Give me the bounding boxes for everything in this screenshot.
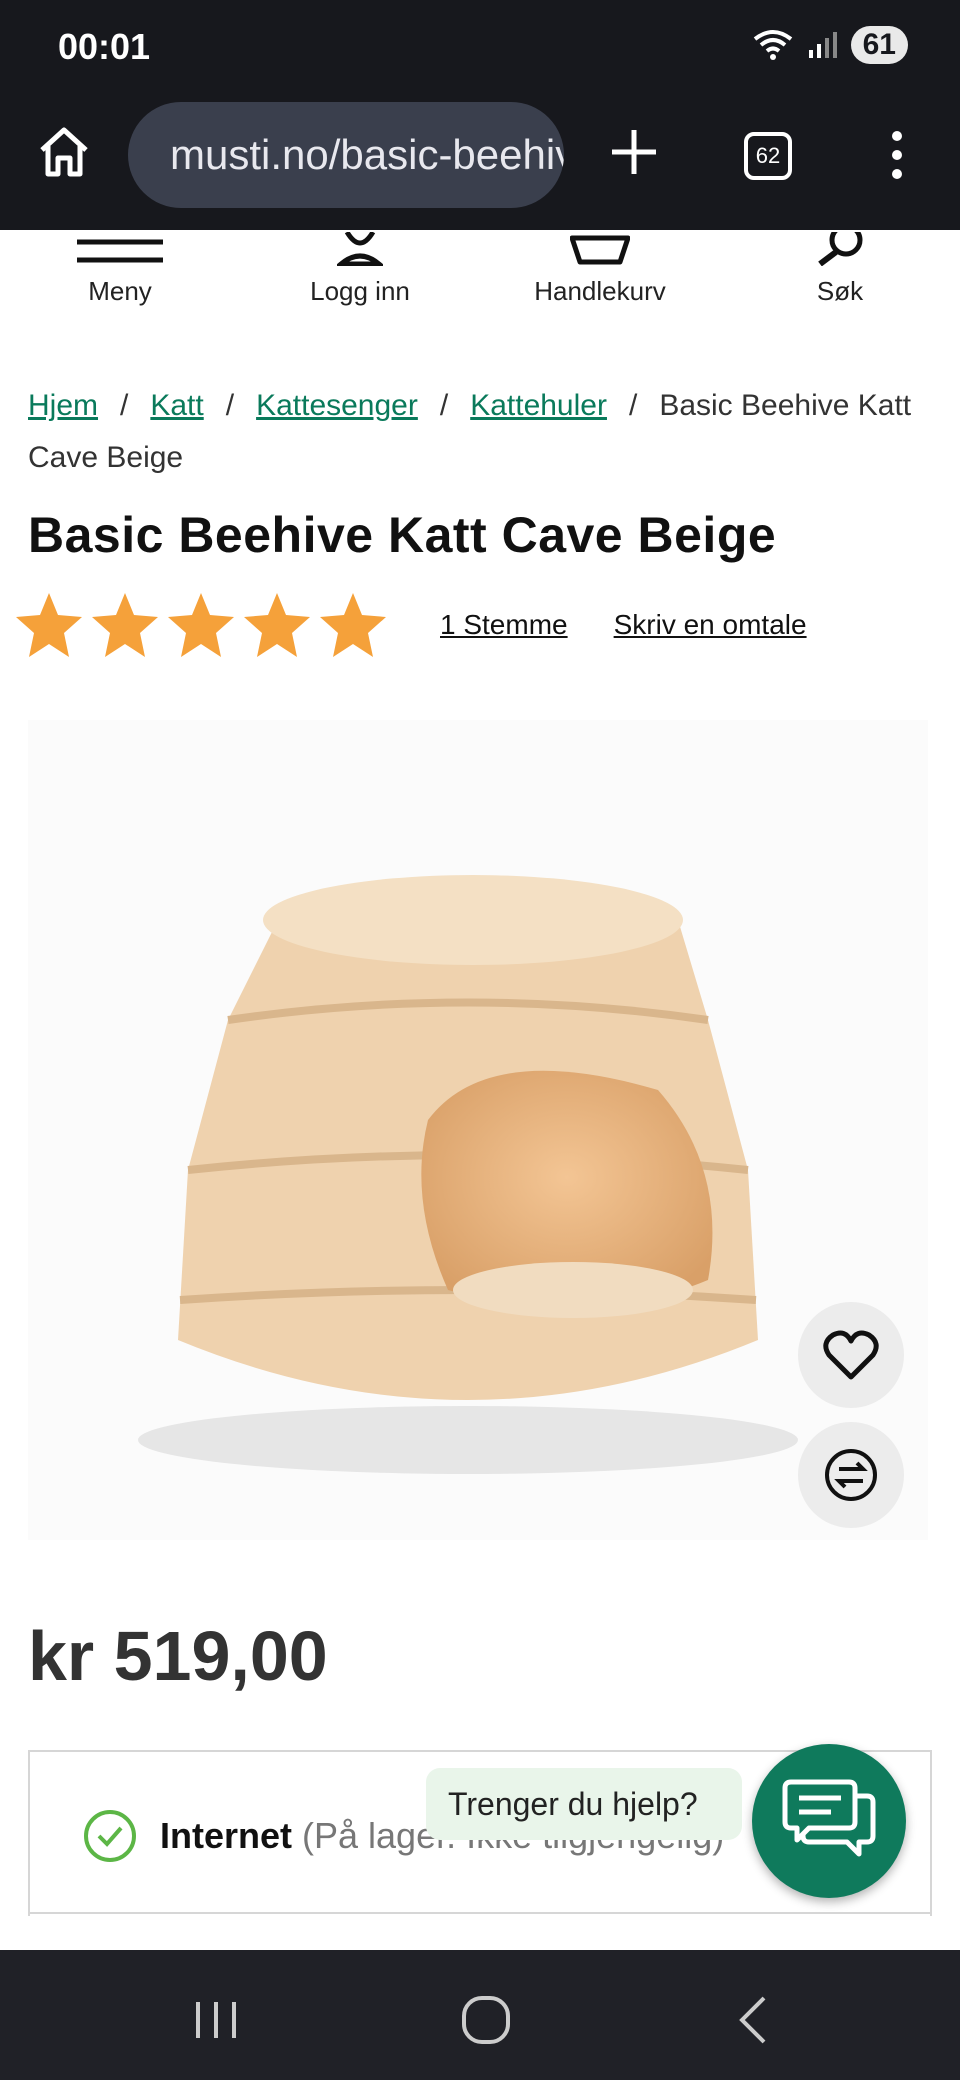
nav-login-label: Logg inn [310,276,410,306]
nav-menu[interactable]: Meny [20,232,220,307]
product-title: Basic Beehive Katt Cave Beige [28,507,777,563]
breadcrumb-kattehuler[interactable]: Kattehuler [470,389,607,422]
user-icon [337,232,383,266]
tab-switcher-button[interactable]: 62 [744,132,792,180]
new-tab-icon[interactable] [606,124,662,180]
chat-button[interactable] [752,1744,906,1898]
battery-badge: 61 [850,26,908,64]
nav-cart[interactable]: Handlekurv [500,232,700,307]
search-icon [818,232,863,266]
breadcrumb-separator: / [120,389,129,422]
breadcrumb: Hjem / Katt / Kattesenger / Kattehuler / Basic B… [28,380,928,484]
breadcrumb-separator: / [439,389,449,422]
compare-button[interactable] [798,1422,904,1528]
breadcrumb-home[interactable]: Hjem [28,389,98,422]
status-icons: 61 [753,26,908,64]
hamburger-menu-icon [77,239,163,263]
nav-login[interactable]: Logg inn [260,232,460,307]
breadcrumb-kattesenger[interactable]: Kattesenger [256,389,418,422]
check-circle-icon [84,1810,136,1862]
favorite-button[interactable] [798,1302,904,1408]
recent-apps-icon[interactable] [186,1990,246,2050]
product-price: kr 519,00 [28,1617,328,1695]
divider [28,1912,932,1914]
compare-arrows-icon [825,1449,877,1501]
breadcrumb-separator: / [628,389,638,422]
system-nav-bar [0,1950,960,2080]
chat-icon [782,1779,876,1857]
nav-search-label: Søk [816,276,864,306]
address-bar[interactable]: musti.no/basic-beehive-katt-cave-beige [128,102,564,208]
wifi-icon [753,30,792,60]
rating-row: 1 Stemme Skriv en omtale [14,590,807,660]
home-nav-icon[interactable] [456,1990,516,2050]
help-bubble[interactable]: Trenger du hjelp? [426,1768,742,1840]
url-text: musti.no/basic-beehive-katt-cave-beige [170,131,564,178]
availability-label: Internet [160,1815,293,1856]
heart-icon [823,1330,879,1380]
site-header-nav: Meny Logg inn Handlekurv Søk [0,232,960,322]
breadcrumb-separator: / [225,389,235,422]
home-icon[interactable] [36,124,92,180]
nav-cart-label: Handlekurv [534,276,666,306]
star-rating [14,590,388,660]
more-options-icon[interactable] [882,130,912,180]
product-image[interactable] [28,720,928,1540]
star-icon [168,593,234,657]
back-icon[interactable] [724,1990,784,2050]
basket-icon [570,235,630,265]
star-icon [16,593,82,657]
star-icon [92,593,158,657]
votes-link[interactable]: 1 Stemme [440,609,568,641]
signal-icon [808,32,837,58]
star-icon [320,593,386,657]
cat-cave-bed-image [138,875,798,1474]
write-review-link[interactable]: Skriv en omtale [614,609,807,641]
nav-menu-label: Meny [88,276,152,306]
nav-search[interactable]: Søk [740,232,940,307]
star-icon [244,593,310,657]
breadcrumb-katt[interactable]: Katt [150,389,203,422]
browser-chrome: 00:01 61 musti.no/basic-beehive-katt-cav… [0,0,960,230]
status-time: 00:01 [58,26,151,67]
